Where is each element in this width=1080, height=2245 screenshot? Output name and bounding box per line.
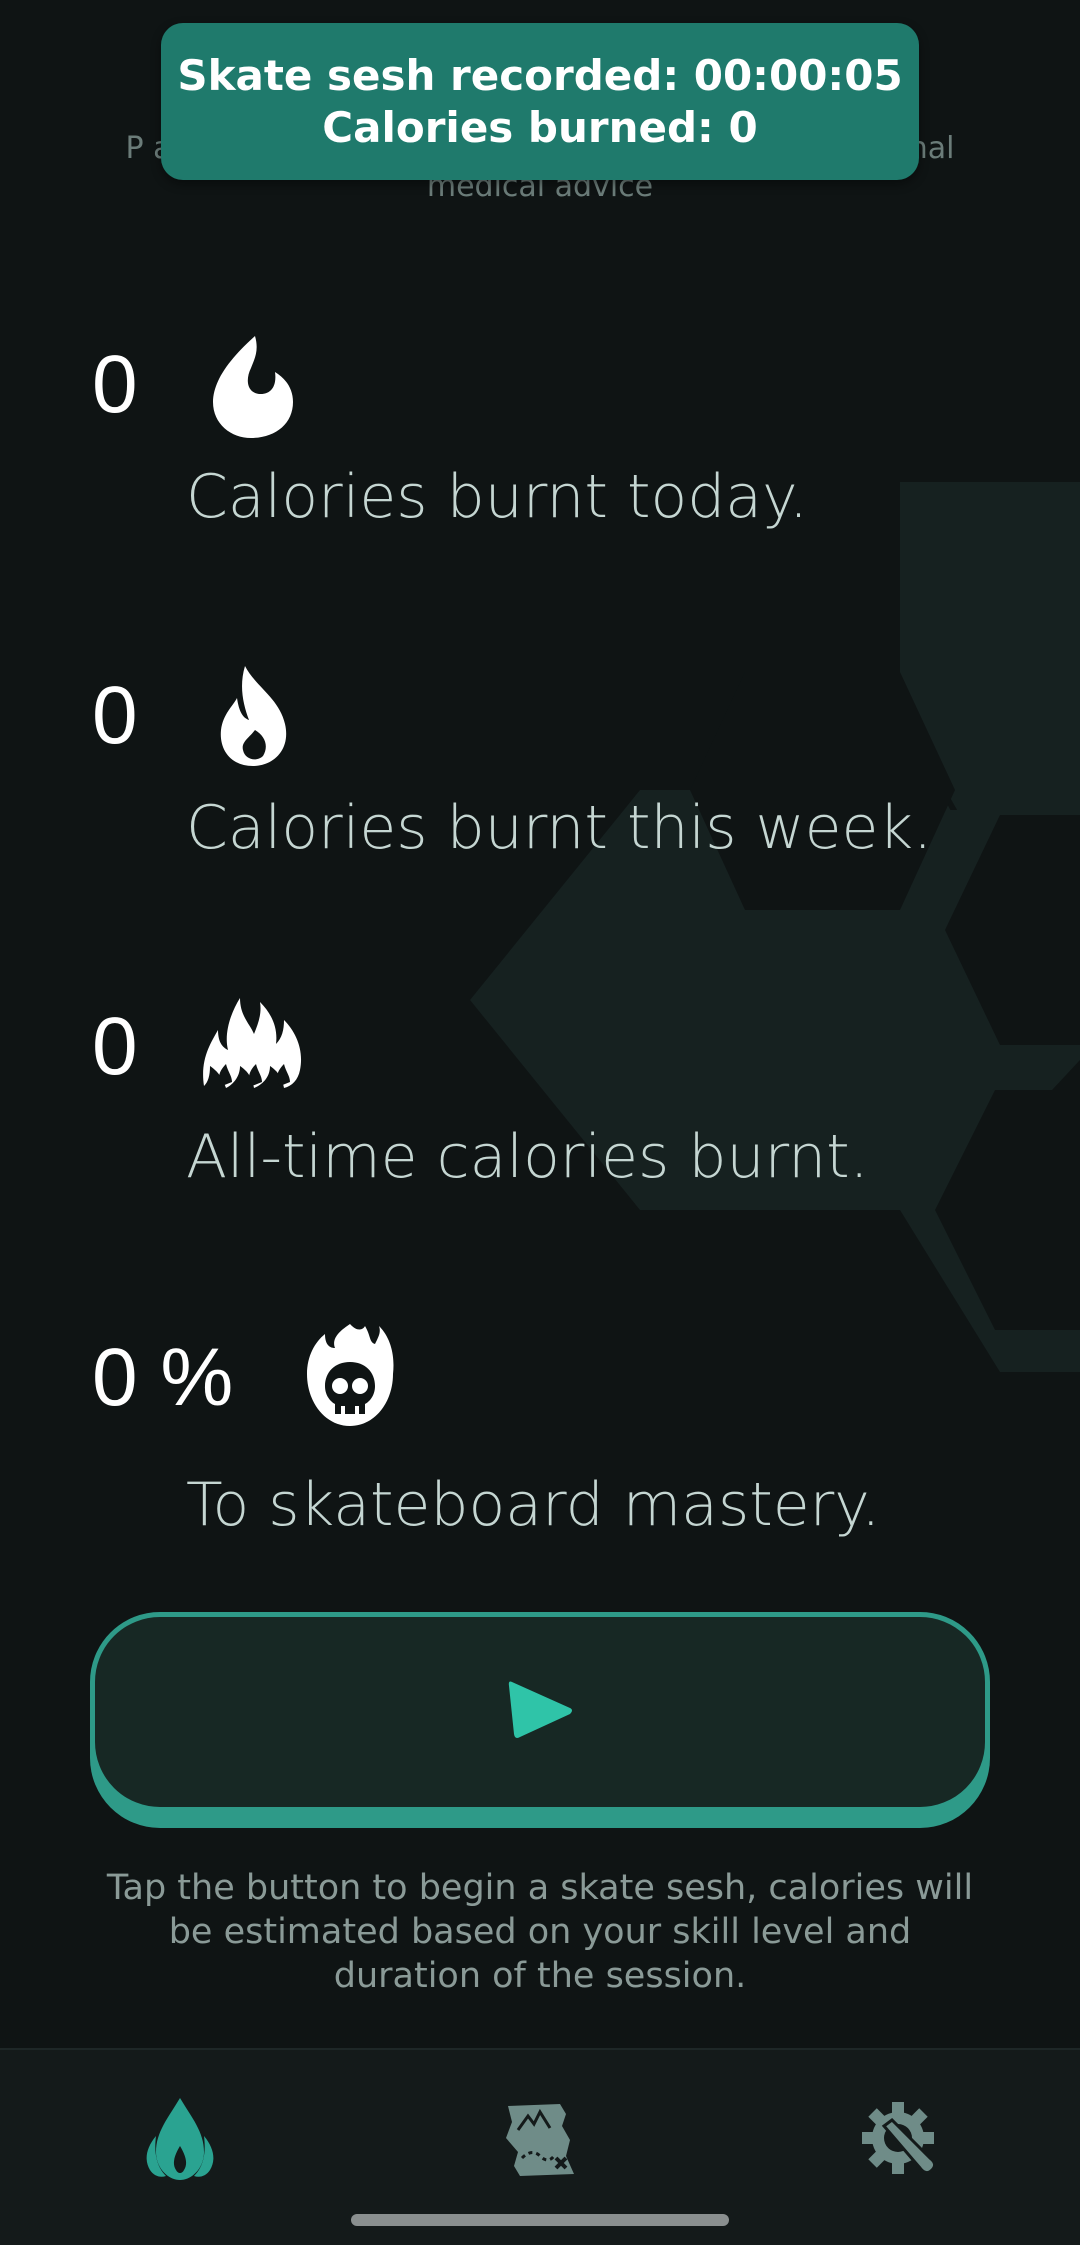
triple-flames-icon xyxy=(200,990,306,1094)
play-icon xyxy=(504,1678,576,1746)
start-hint-text: Tap the button to begin a skate sesh, ca… xyxy=(106,1868,974,1996)
gear-wrench-icon xyxy=(858,2098,942,2186)
home-indicator[interactable] xyxy=(351,2214,729,2226)
flame-drop-icon xyxy=(142,2096,218,2188)
nav-map[interactable] xyxy=(480,2082,600,2202)
start-session-button[interactable] xyxy=(90,1612,990,1812)
flaming-skull-icon xyxy=(305,1322,395,1432)
stat-today-value: 0 xyxy=(92,339,138,430)
stat-week-value: 0 xyxy=(92,670,138,761)
toast-calories: Calories burned: 0 xyxy=(322,102,758,152)
toast-session-time: Skate sesh recorded: 00:00:05 xyxy=(177,50,903,100)
nav-settings[interactable] xyxy=(840,2082,960,2202)
stat-mastery-value: 0 % xyxy=(92,1332,234,1423)
session-recorded-toast: Skate sesh recorded: 00:00:05 Calories b… xyxy=(161,23,919,180)
stat-today-caption: Calories burnt today. xyxy=(186,462,809,532)
flame-icon xyxy=(215,664,293,772)
drop-flame-icon xyxy=(205,332,301,446)
stat-alltime-caption: All-time calories burnt. xyxy=(186,1122,869,1192)
nav-home[interactable] xyxy=(120,2082,240,2202)
stat-week-caption: Calories burnt this week. xyxy=(186,793,933,863)
stat-mastery-caption: To skateboard mastery. xyxy=(186,1470,881,1540)
treasure-map-icon xyxy=(500,2100,580,2184)
stat-alltime-value: 0 xyxy=(92,1001,138,1092)
